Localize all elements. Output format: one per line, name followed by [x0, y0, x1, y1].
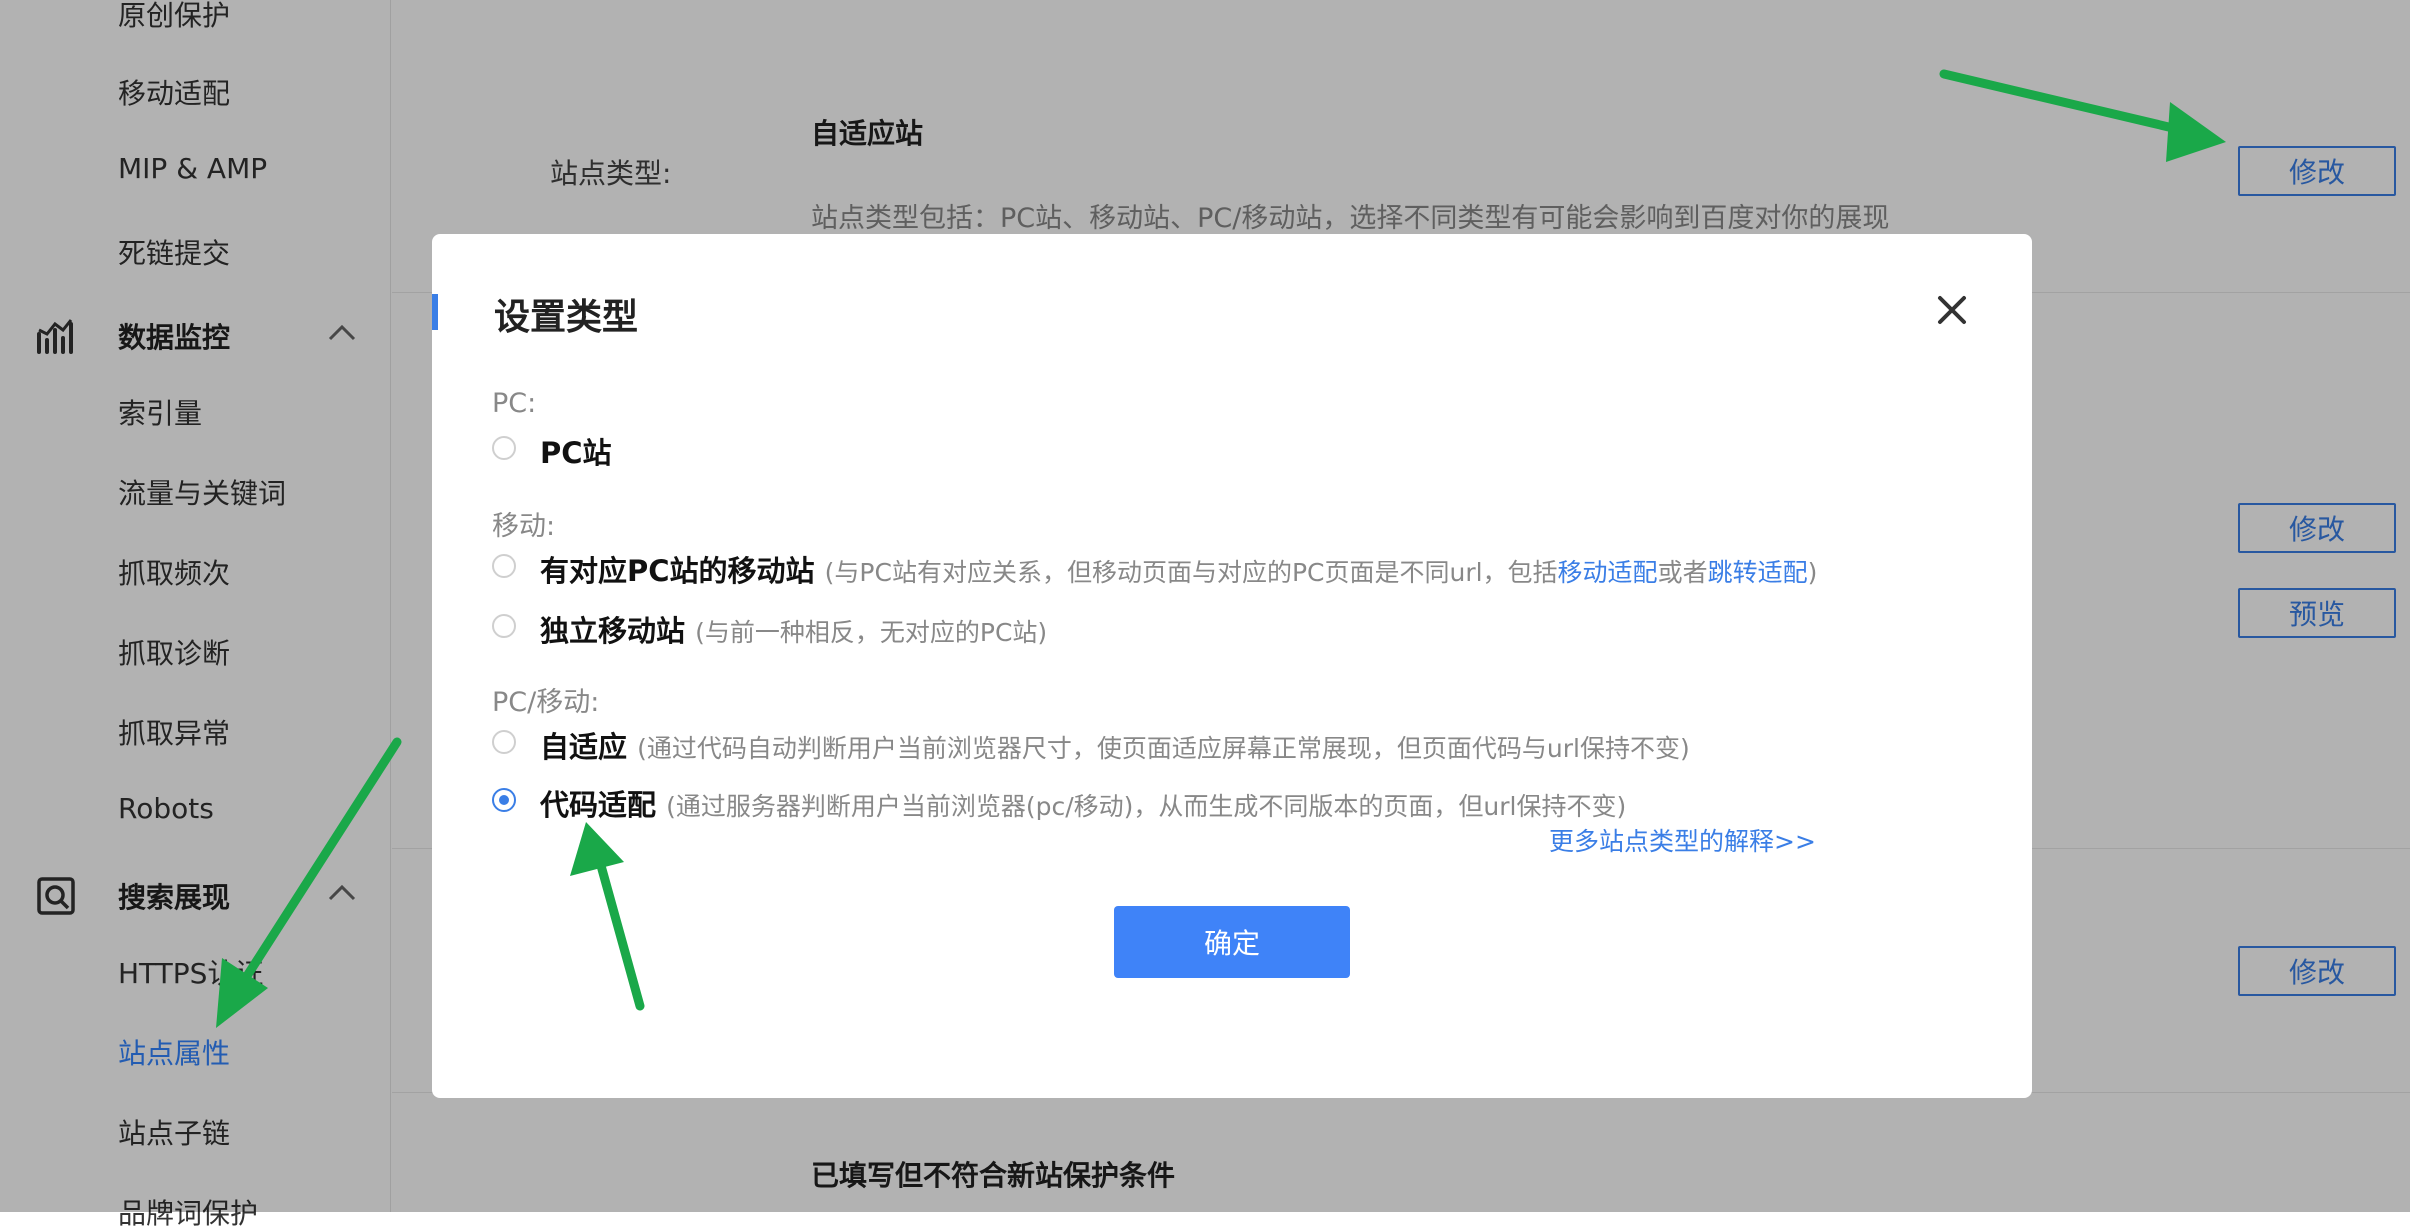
close-icon[interactable] [1934, 292, 1970, 328]
option-label: PC站 [540, 436, 612, 470]
option-label: 有对应PC站的移动站 [540, 554, 815, 588]
title-accent-bar [432, 294, 438, 330]
section-label-mobile: 移动: [492, 511, 556, 542]
radio-button-checked[interactable] [492, 788, 516, 812]
option-label: 独立移动站 [540, 614, 686, 648]
radio-button[interactable] [492, 614, 516, 638]
option-description: (与PC站有对应关系，但移动页面与对应的PC页面是不同url，包括 [824, 558, 1558, 587]
confirm-button[interactable]: 确定 [1114, 906, 1350, 978]
option-label: 代码适配 [540, 788, 657, 822]
redirect-adapt-link[interactable]: 跳转适配 [1708, 558, 1808, 587]
dialog-title: 设置类型 [494, 297, 639, 338]
section-label-pc: PC: [492, 388, 537, 419]
app-window: 原创保护 移动适配 MIP & AMP 死链提交 数据监控 索引量 流量与关键词… [0, 0, 2410, 1230]
option-description: (通过服务器判断用户当前浏览器(pc/移动)，从而生成不同版本的页面，但url保… [666, 792, 1627, 821]
radio-button[interactable] [492, 554, 516, 578]
set-type-dialog: 设置类型 PC: PC站 移动: 有对应PC站的移动站 (与PC站有对应关系，但… [432, 234, 2032, 1098]
radio-button[interactable] [492, 730, 516, 754]
option-description: (与前一种相反，无对应的PC站) [695, 618, 1048, 647]
mobile-adapt-link[interactable]: 移动适配 [1558, 558, 1658, 587]
option-description: (通过代码自动判断用户当前浏览器尺寸，使页面适应屏幕正常展现，但页面代码与url… [637, 734, 1690, 763]
option-description-mid: 或者 [1657, 558, 1708, 587]
option-description-end: ) [1807, 558, 1818, 587]
option-label: 自适应 [540, 730, 628, 764]
section-label-pc-mobile: PC/移动: [492, 687, 600, 718]
radio-button[interactable] [492, 436, 516, 460]
more-site-types-link[interactable]: 更多站点类型的解释>> [1549, 822, 1816, 858]
